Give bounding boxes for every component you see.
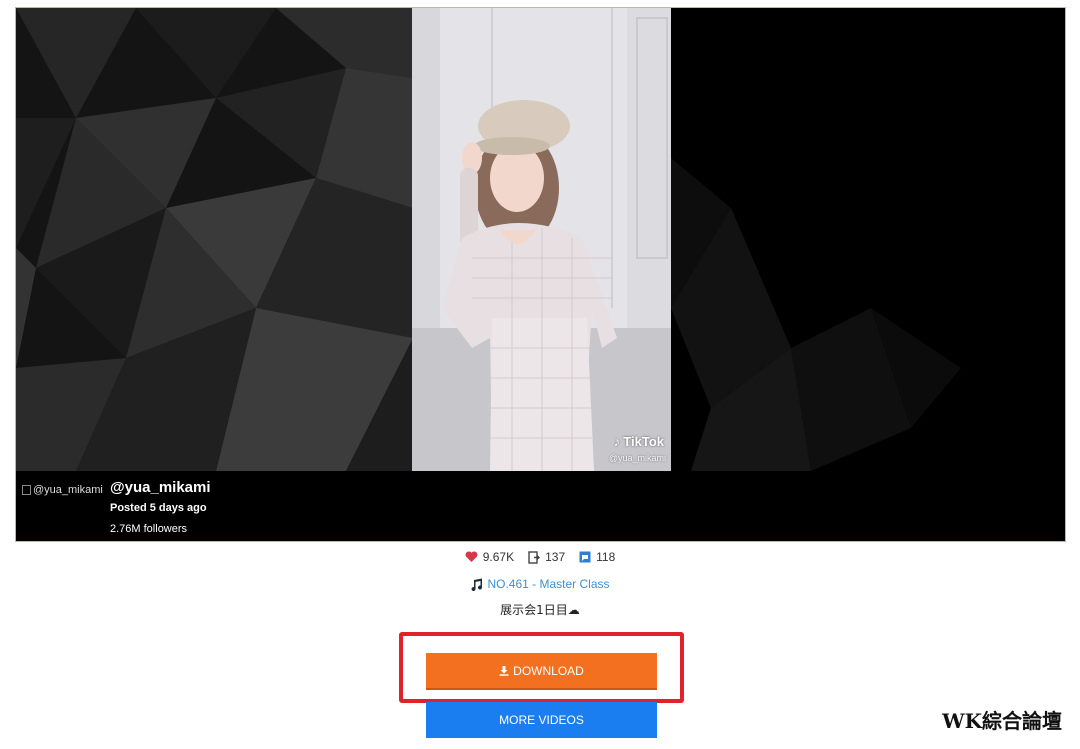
music-note-icon (471, 578, 483, 591)
posted-time: Posted 5 days ago (110, 502, 207, 514)
site-watermark: WK綜合論壇 (942, 709, 1062, 733)
comments-stat: 118 (579, 550, 615, 564)
author-name[interactable]: @yua_mikami (110, 479, 211, 496)
comment-icon (579, 551, 591, 563)
background-pattern-left (16, 8, 413, 471)
author-info: @yua_mikami @yua_mikami Posted 5 days ag… (16, 471, 1065, 541)
shares-count: 137 (545, 550, 566, 564)
video-thumbnail (412, 8, 672, 471)
background-pattern-right (671, 8, 1065, 471)
more-videos-button[interactable]: MORE VIDEOS (426, 702, 657, 738)
music-link[interactable]: NO.461 - Master Class (487, 577, 609, 591)
download-button[interactable]: DOWNLOAD (426, 653, 657, 690)
shares-stat: 137 (528, 550, 565, 564)
avatar[interactable]: @yua_mikami (22, 483, 108, 497)
tiktok-logo-icon: ♪ (613, 434, 621, 449)
tiktok-watermark-handle: @yua_mikami (608, 453, 666, 463)
more-videos-button-label: MORE VIDEOS (499, 713, 584, 727)
broken-image-icon (22, 485, 31, 495)
video-player[interactable]: ♪ TikTok @yua_mikami @yua_mikami @yua_mi… (15, 7, 1066, 542)
likes-count: 9.67K (482, 550, 515, 564)
share-icon (528, 550, 541, 564)
download-icon (499, 665, 509, 676)
video-frame[interactable]: ♪ TikTok @yua_mikami (412, 8, 672, 471)
comments-count: 118 (596, 550, 616, 564)
likes-stat: 9.67K (465, 550, 514, 564)
video-stats: 9.67K 137 118 (0, 550, 1080, 564)
tiktok-brand-text: TikTok (623, 434, 664, 449)
heart-icon (465, 551, 478, 562)
avatar-alt-text: @yua_mikami (33, 484, 103, 496)
follower-count: 2.76M followers (110, 523, 188, 535)
download-button-label: DOWNLOAD (513, 663, 584, 678)
music-info[interactable]: NO.461 - Master Class (0, 577, 1080, 591)
tiktok-watermark: ♪ TikTok (614, 434, 664, 449)
video-description: 展示会1日目☁ (500, 603, 580, 617)
